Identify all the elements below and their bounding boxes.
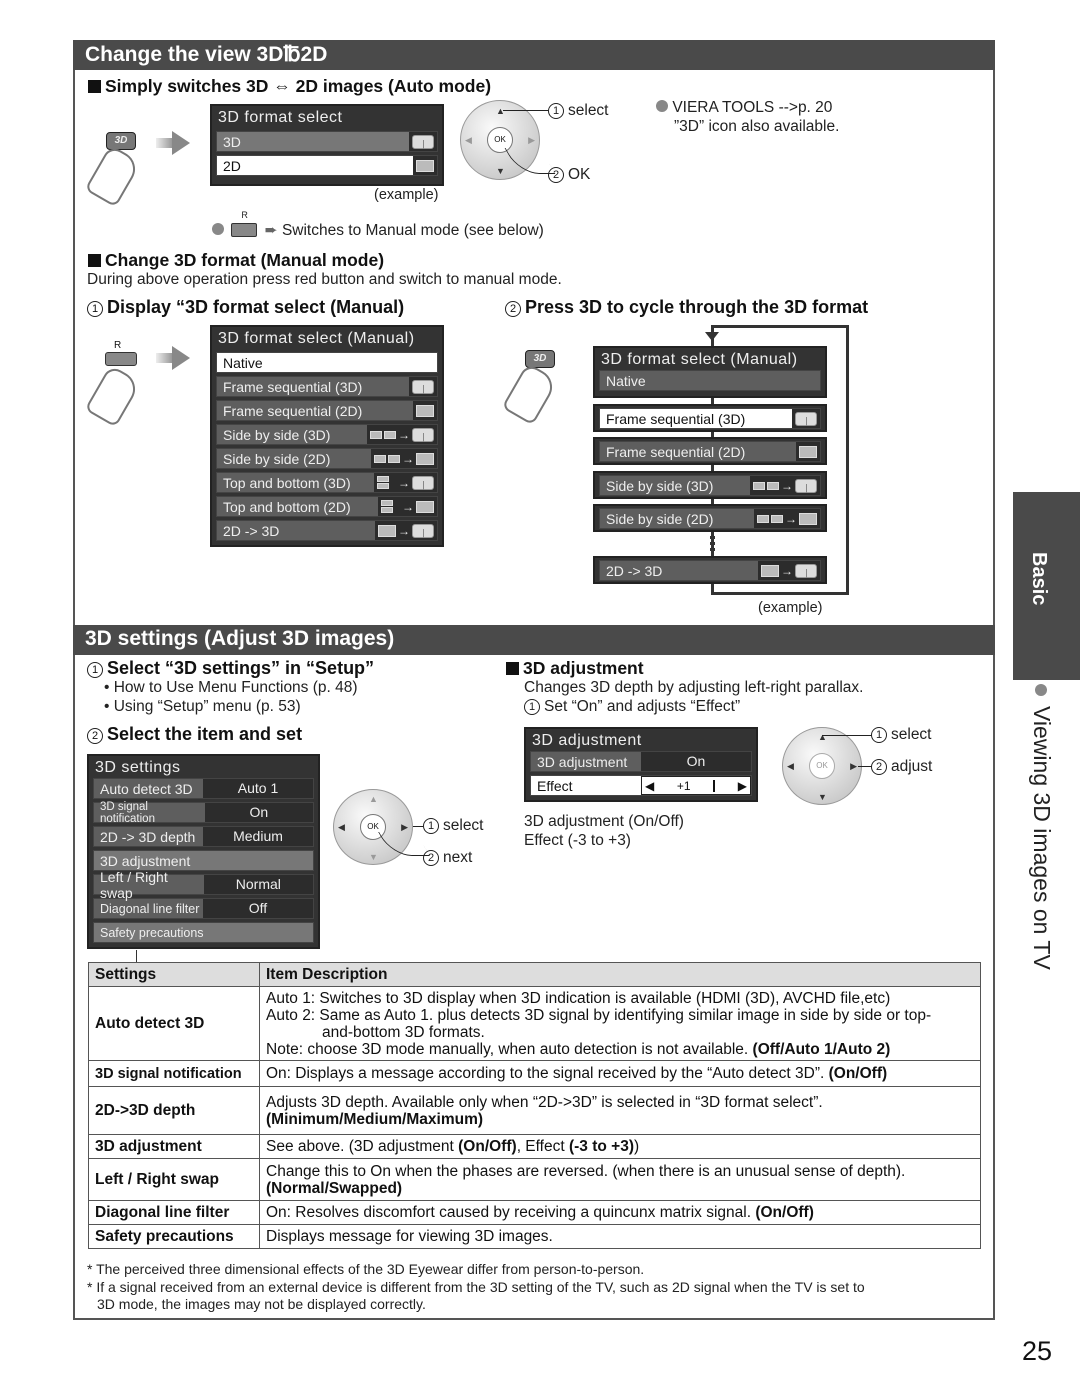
osd-item-tb-3d[interactable]: Top and bottom (3D) → bbox=[216, 472, 438, 493]
cycle-item-frame-seq-3d[interactable]: Frame sequential (3D) bbox=[593, 404, 827, 432]
cycle-item-sbs-3d[interactable]: Side by side (3D) → bbox=[593, 471, 827, 499]
cube-3d-icon bbox=[412, 134, 434, 149]
table-row: Auto detect 3D Auto 1: Switches to 3D di… bbox=[88, 986, 981, 1061]
cycle-osd: 3D format select (Manual) Native bbox=[593, 346, 827, 398]
osd-item-frame-seq-3d[interactable]: Frame sequential (3D) bbox=[216, 376, 438, 397]
setting-3d-signal-notification[interactable]: 3D signal notification On bbox=[93, 801, 314, 825]
top-bottom-to-3d-icon: → bbox=[374, 473, 437, 492]
increase-icon[interactable]: ▶ bbox=[738, 779, 747, 793]
setting-diagonal-line-filter[interactable]: Diagonal line filter Off bbox=[93, 898, 314, 919]
side-title: Viewing 3D images on TV bbox=[1029, 706, 1055, 970]
footnote-2: * If a signal received from an external … bbox=[87, 1278, 865, 1295]
dpad-step-select: 1 select bbox=[871, 726, 932, 744]
section-title-3d-settings: 3D settings (Adjust 3D images) bbox=[73, 625, 995, 655]
dpad-step-ok: 2 OK bbox=[548, 166, 590, 184]
osd-item-3d[interactable]: 3D bbox=[216, 131, 438, 152]
red-button[interactable]: R bbox=[231, 210, 258, 237]
red-button[interactable] bbox=[105, 352, 137, 366]
adjustment-toggle[interactable]: 3D adjustment On bbox=[530, 751, 752, 772]
arrow-right-icon bbox=[156, 346, 190, 370]
osd-3d-settings: 3D settings Auto detect 3D Auto 1 3D sign… bbox=[87, 754, 320, 949]
red-button-note: R ➨ Switches to Manual mode (see below) bbox=[212, 210, 544, 240]
osd-3d-adjustment: 3D adjustment 3D adjustment On Effect ◀ +… bbox=[524, 727, 758, 802]
settings-bullet-1: • How to Use Menu Functions (p. 48) bbox=[104, 679, 358, 696]
osd-3d-format-select-manual: 3D format select (Manual) Native Frame s… bbox=[210, 325, 444, 547]
osd-item-sbs-3d[interactable]: Side by side (3D) → bbox=[216, 424, 438, 445]
dpad-step-adjust: 2 adjust bbox=[871, 758, 932, 776]
table-row: Safety precautions Displays message for … bbox=[88, 1224, 981, 1249]
osd-item-frame-seq-2d[interactable]: Frame sequential (2D) bbox=[216, 400, 438, 421]
table-row: 2D->3D depth Adjusts 3D depth. Available… bbox=[88, 1086, 981, 1135]
osd-item-native[interactable]: Native bbox=[216, 352, 438, 373]
settings-table: Settings Item Description Auto detect 3D … bbox=[88, 962, 981, 1249]
flat-2d-icon bbox=[416, 404, 434, 417]
ellipsis-icon bbox=[710, 536, 715, 554]
settings-step1: 1 Select “3D settings” in “Setup” bbox=[87, 658, 374, 679]
auto-mode-heading: Simply switches 3D ⇔ 2D images (Auto mod… bbox=[88, 76, 491, 97]
dpad-step-select: 1 select bbox=[548, 102, 609, 120]
osd-item-tb-2d[interactable]: Top and bottom (2D) → bbox=[216, 496, 438, 517]
osd-item-2d[interactable]: 2D bbox=[216, 155, 438, 176]
adjustment-heading: 3D adjustment bbox=[506, 658, 644, 679]
remote-3d-button[interactable]: 3D bbox=[525, 350, 555, 368]
decrease-icon[interactable]: ◀ bbox=[645, 779, 654, 793]
side-by-side-to-2d-icon: → bbox=[371, 449, 437, 468]
table-row: Left / Right swap Change this to On when… bbox=[88, 1158, 981, 1201]
setting-safety-precautions[interactable]: Safety precautions bbox=[93, 922, 314, 943]
table-row: 3D adjustment See above. (3D adjustment … bbox=[88, 1134, 981, 1159]
viera-tools-note-2: ”3D” icon also available. bbox=[674, 118, 840, 135]
adjustment-range-1: 3D adjustment (On/Off) bbox=[524, 813, 684, 830]
dpad-step-select: 1 select bbox=[423, 817, 484, 835]
adjustment-description: Changes 3D depth by adjusting left-right… bbox=[524, 679, 864, 696]
top-bottom-to-2d-icon: → bbox=[378, 497, 437, 516]
table-row: Diagonal line filter On: Resolves discom… bbox=[88, 1200, 981, 1225]
footnotes: * The perceived three dimensional effect… bbox=[87, 1261, 865, 1314]
effect-slider[interactable]: Effect ◀ +1 ▶ bbox=[530, 775, 752, 796]
cycle-item-native[interactable]: Native bbox=[599, 370, 821, 391]
manual-description: During above operation press red button … bbox=[87, 271, 562, 288]
osd-3d-format-select: 3D format select 3D 2D bbox=[210, 104, 444, 186]
setting-auto-detect-3d[interactable]: Auto detect 3D Auto 1 bbox=[93, 778, 314, 799]
osd-title: 3D format select bbox=[218, 109, 343, 126]
remote-3d-button[interactable]: 3D bbox=[106, 132, 136, 150]
page-number: 25 bbox=[1022, 1336, 1053, 1366]
example-label: (example) bbox=[758, 600, 823, 616]
cycle-item-frame-seq-2d[interactable]: Frame sequential (2D) bbox=[593, 437, 827, 465]
cycle-arrow-icon bbox=[705, 332, 719, 341]
manual-mode-heading: Change 3D format (Manual mode) bbox=[88, 250, 384, 271]
remote-dpad[interactable]: ▲ ▼ ◀ ▶ OK bbox=[782, 727, 862, 805]
cycle-item-2d-to-3d[interactable]: 2D -> 3D → bbox=[593, 556, 827, 584]
adjustment-range-2: Effect (-3 to +3) bbox=[524, 832, 631, 849]
settings-bullet-2: • Using “Setup” menu (p. 53) bbox=[104, 698, 301, 715]
setting-2d-3d-depth[interactable]: 2D -> 3D depth Medium bbox=[93, 826, 314, 847]
side-tab-basic[interactable]: Basic bbox=[1013, 492, 1080, 680]
footnote-2-cont: 3D mode, the images may not be displayed… bbox=[97, 1296, 426, 1312]
slider-handle[interactable] bbox=[713, 779, 716, 792]
arrow-right-icon bbox=[156, 131, 190, 155]
flat-2d-icon bbox=[416, 159, 434, 172]
section-title-change-view: Change the view 3D℔2D bbox=[73, 40, 995, 70]
setting-left-right-swap[interactable]: Left / Right swap Normal bbox=[93, 869, 314, 901]
table-row: 3D signal notification On: Displays a me… bbox=[88, 1060, 981, 1087]
ok-button[interactable]: OK bbox=[809, 753, 835, 779]
dpad-step-next: 2 next bbox=[423, 849, 472, 867]
2d-to-3d-icon: → bbox=[375, 521, 437, 540]
adjustment-step: 1 Set “On” and adjusts “Effect” bbox=[524, 698, 740, 716]
osd-item-sbs-2d[interactable]: Side by side (2D) → bbox=[216, 448, 438, 469]
col-description: Item Description bbox=[259, 962, 981, 987]
example-label: (example) bbox=[374, 187, 439, 203]
osd-item-2d-to-3d[interactable]: 2D -> 3D → bbox=[216, 520, 438, 541]
red-button-label: R bbox=[114, 340, 122, 351]
manual-step2: 2 Press 3D to cycle through the 3D format bbox=[505, 297, 868, 318]
manual-step1: 1 Display “3D format select (Manual) bbox=[87, 297, 404, 318]
side-by-side-to-3d-icon: → bbox=[367, 425, 437, 444]
col-settings: Settings bbox=[88, 962, 260, 987]
footnote-1: * The perceived three dimensional effect… bbox=[87, 1261, 645, 1277]
cycle-item-sbs-2d[interactable]: Side by side (2D) → bbox=[593, 504, 827, 532]
viera-tools-note: VIERA TOOLS -->p. 20 bbox=[656, 99, 832, 117]
cube-3d-icon bbox=[412, 379, 434, 394]
settings-step2: 2 Select the item and set bbox=[87, 724, 302, 745]
bullet-icon bbox=[1035, 684, 1047, 696]
